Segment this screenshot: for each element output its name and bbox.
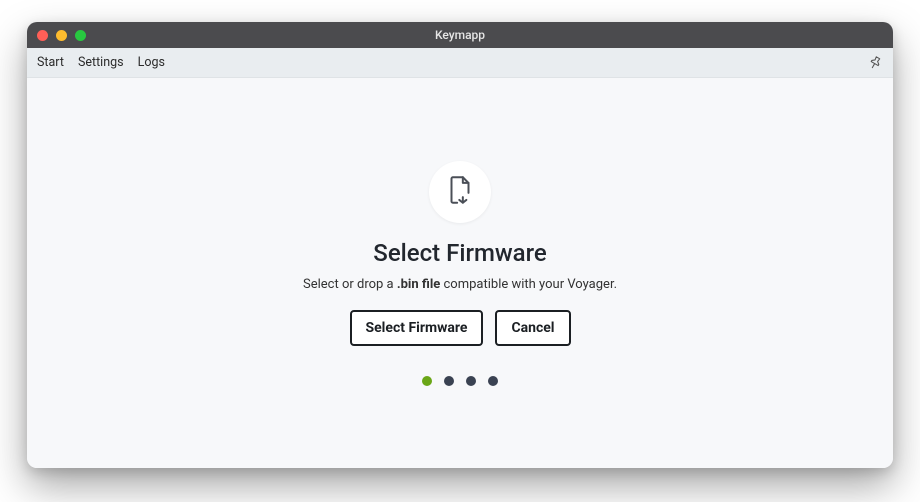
app-window: Keymapp Start Settings Logs — [27, 22, 893, 468]
file-download-icon-container — [429, 161, 491, 223]
main-content: Select Firmware Select or drop a .bin fi… — [27, 78, 893, 468]
subtext-pre: Select or drop a — [303, 277, 397, 292]
menu-items: Start Settings Logs — [37, 55, 165, 70]
window-title: Keymapp — [435, 28, 485, 42]
button-row: Select Firmware Cancel — [350, 310, 571, 346]
select-firmware-button[interactable]: Select Firmware — [350, 310, 484, 346]
step-dot-4[interactable] — [488, 376, 498, 386]
menubar: Start Settings Logs — [27, 48, 893, 78]
page-heading: Select Firmware — [373, 239, 546, 267]
page-subtext: Select or drop a .bin file compatible wi… — [303, 277, 617, 292]
cancel-button[interactable]: Cancel — [495, 310, 570, 346]
subtext-bold: .bin file — [397, 277, 440, 292]
window-titlebar: Keymapp — [27, 22, 893, 48]
step-dot-1[interactable] — [422, 376, 432, 386]
subtext-post: compatible with your Voyager. — [440, 277, 617, 292]
menu-item-settings[interactable]: Settings — [78, 55, 124, 70]
minimize-window-button[interactable] — [56, 30, 67, 41]
menu-item-logs[interactable]: Logs — [138, 55, 165, 70]
step-dot-3[interactable] — [466, 376, 476, 386]
step-dot-2[interactable] — [444, 376, 454, 386]
file-download-icon — [443, 173, 477, 211]
menu-item-start[interactable]: Start — [37, 55, 64, 70]
zoom-window-button[interactable] — [75, 30, 86, 41]
close-window-button[interactable] — [37, 30, 48, 41]
step-indicator — [422, 376, 498, 386]
traffic-lights — [27, 30, 86, 41]
pin-icon[interactable] — [864, 52, 886, 74]
